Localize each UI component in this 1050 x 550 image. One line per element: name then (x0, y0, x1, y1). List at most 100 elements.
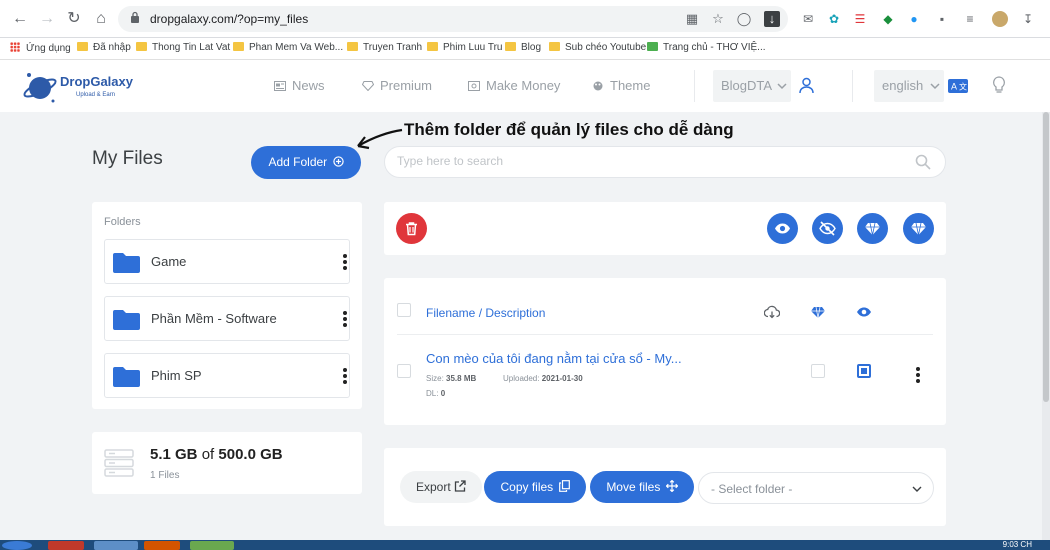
menu-premium[interactable]: Premium (362, 78, 432, 93)
filename-column-header[interactable]: Filename / Description (426, 306, 545, 320)
reload-icon[interactable]: ↻ (64, 9, 84, 29)
copy-files-button[interactable]: Copy files (484, 471, 586, 503)
bookmark-item[interactable]: Phim Luu Tru (427, 42, 502, 53)
folder-item[interactable]: Game (104, 239, 350, 284)
file-name-link[interactable]: Con mèo của tôi đang nằm tại cửa sổ - My… (426, 351, 682, 366)
folder-icon (113, 253, 140, 273)
start-button-icon[interactable] (2, 541, 32, 550)
add-folder-button[interactable]: Add Folder (251, 146, 361, 179)
scrollbar-thumb[interactable] (1043, 112, 1049, 402)
move-arrows-icon (665, 479, 679, 493)
shield-icon[interactable]: ◯ (736, 11, 752, 27)
premium-checkbox[interactable] (811, 364, 825, 378)
chevron-down-icon (912, 486, 922, 492)
forward-icon[interactable]: → (37, 9, 57, 29)
eye-slash-icon (819, 221, 836, 236)
folder-item[interactable]: Phim SP (104, 353, 350, 398)
more-options-icon[interactable] (342, 254, 348, 272)
move-files-button[interactable]: Move files (590, 471, 694, 503)
taskbar-app-icon[interactable] (144, 541, 180, 550)
trash-icon (406, 222, 417, 236)
taskbar-app-icon[interactable] (190, 541, 234, 550)
menu-download-icon[interactable]: ↧ (1020, 11, 1036, 27)
export-button[interactable]: Export (400, 471, 482, 503)
folder-icon (113, 310, 140, 330)
os-taskbar: 9:03 CH (0, 540, 1050, 550)
header-divider (852, 70, 853, 102)
extension-mail-icon[interactable]: ✉ (800, 11, 816, 27)
reading-list-icon[interactable]: ≡ (962, 11, 978, 27)
search-input[interactable] (397, 154, 897, 168)
extension-circle-icon[interactable]: ● (906, 11, 922, 27)
storage-total: 500.0 GB (218, 446, 283, 463)
more-options-icon[interactable] (342, 311, 348, 329)
money-icon (468, 81, 480, 91)
chevron-down-icon (930, 83, 940, 90)
folder-icon (113, 367, 140, 387)
translate-icon[interactable]: A文 (948, 79, 968, 93)
translate-icon[interactable]: ▦ (684, 11, 700, 27)
copy-icon (558, 480, 570, 492)
more-options-icon[interactable] (342, 368, 348, 386)
bulk-actions-panel: Export Copy files Move files - Select fo… (384, 448, 946, 526)
bookmark-item[interactable]: Truyen Tranh (347, 42, 422, 53)
folder-icon (77, 42, 88, 51)
select-all-checkbox[interactable] (397, 303, 411, 317)
row-checkbox[interactable] (397, 364, 411, 378)
set-premium-button[interactable] (857, 213, 888, 244)
bookmark-item[interactable]: Đã nhập (77, 42, 131, 53)
bookmark-item[interactable]: Blog (505, 42, 541, 53)
user-dropdown[interactable]: BlogDTA (713, 70, 791, 102)
extension-lines-icon[interactable]: ☰ (852, 11, 868, 27)
extension-cube-icon[interactable]: ◆ (880, 11, 896, 27)
set-private-button[interactable] (812, 213, 843, 244)
diamond-icon (362, 81, 374, 91)
taskbar-app-icon[interactable] (48, 541, 84, 550)
logo[interactable]: DropGalaxy Upload & Earn (22, 64, 152, 108)
menu-theme[interactable]: Theme (592, 78, 650, 93)
bookmark-item[interactable]: Trang chủ - THƠ VIỆ... (647, 42, 766, 53)
profile-avatar[interactable] (992, 11, 1008, 27)
svg-text:文: 文 (959, 82, 967, 92)
language-dropdown[interactable]: english (874, 70, 944, 102)
bookmark-item[interactable]: Thong Tin Lat Vat (136, 42, 230, 53)
folder-icon (427, 42, 438, 51)
file-downloads: DL: 0 (426, 389, 446, 398)
unset-premium-button[interactable] (903, 213, 934, 244)
folder-icon (347, 42, 358, 51)
folder-item[interactable]: Phần Mềm - Software (104, 296, 350, 341)
file-more-options-icon[interactable] (915, 367, 921, 385)
extensions-puzzle-icon[interactable]: ▪ (934, 11, 950, 27)
lock-icon (131, 11, 139, 23)
storage-panel: 5.1 GB of 500.0 GB 1 Files (92, 432, 362, 494)
url-field[interactable]: dropgalaxy.com/?op=my_files ▦ ☆ ◯ ↓ (118, 6, 788, 32)
home-icon[interactable]: ⌂ (91, 9, 111, 29)
storage-used: 5.1 GB (150, 446, 198, 463)
folder-icon (505, 42, 516, 51)
star-icon[interactable]: ☆ (710, 11, 726, 27)
bookmark-item[interactable]: Phan Mem Va Web... (233, 42, 343, 53)
select-folder-dropdown[interactable]: - Select folder - (698, 472, 934, 504)
site-header: DropGalaxy Upload & Earn News Premium Ma… (0, 60, 1050, 112)
extension-swirl-icon[interactable]: ✿ (826, 11, 842, 27)
storage-usage: 5.1 GB of 500.0 GB (150, 446, 283, 463)
page-scrollbar[interactable] (1042, 112, 1050, 540)
bookmark-item[interactable]: Sub chéo Youtube (549, 42, 646, 53)
bookmark-apps[interactable]: Ứng dụng (10, 42, 71, 54)
user-icon[interactable] (798, 77, 815, 94)
public-checkbox[interactable] (857, 364, 871, 378)
search-icon[interactable] (915, 154, 931, 170)
header-divider (397, 334, 933, 335)
menu-news[interactable]: News (274, 78, 325, 93)
bookmarks-bar: Ứng dụng Đã nhập Thong Tin Lat Vat Phan … (0, 38, 1050, 60)
menu-make-money[interactable]: Make Money (468, 78, 560, 93)
back-icon[interactable]: ← (10, 9, 30, 29)
apps-grid-icon (10, 42, 20, 52)
download-ext-icon[interactable]: ↓ (764, 11, 780, 27)
file-size: Size: 35.8 MB (426, 374, 477, 383)
taskbar-app-icon[interactable] (94, 541, 138, 550)
set-public-button[interactable] (767, 213, 798, 244)
file-toolbar (384, 202, 946, 255)
lightbulb-icon[interactable] (992, 76, 1006, 94)
delete-button[interactable] (396, 213, 427, 244)
